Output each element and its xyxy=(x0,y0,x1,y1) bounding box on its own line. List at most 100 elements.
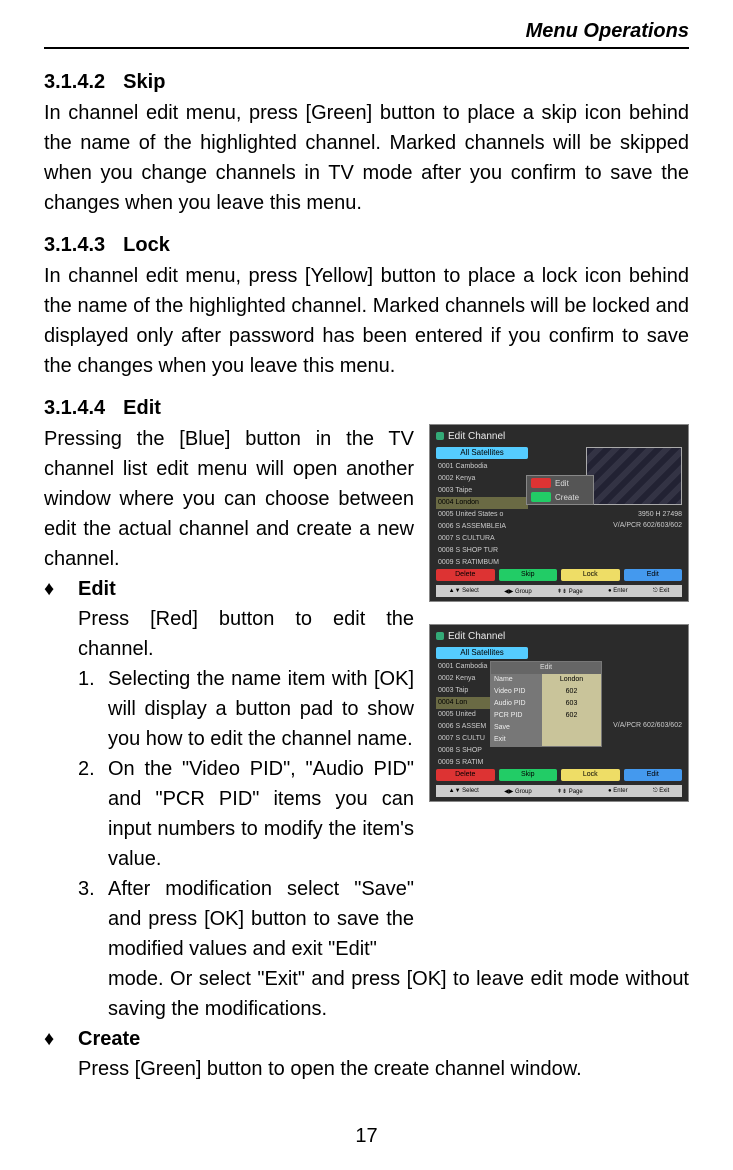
screen-title: Edit Channel xyxy=(448,431,505,442)
list-item-3: 3. After modification select "Save" and … xyxy=(78,874,414,964)
skip-button: Skip xyxy=(499,569,558,581)
delete-button: Delete xyxy=(436,769,495,781)
field-label: Name xyxy=(491,674,542,686)
list-item-2: 2. On the "Video PID", "Audio PID" and "… xyxy=(78,754,414,874)
channel-row: 0009 S RATIM xyxy=(436,757,528,769)
screenshot-edit-panel: Edit Channel All Satellites 0001 Cambodi… xyxy=(429,624,689,802)
section-number: 3.1.4.3 xyxy=(44,234,105,257)
page: Menu Operations 3.1.4.2 Skip In channel e… xyxy=(0,0,733,1170)
field-value: 602 xyxy=(542,686,601,698)
hint: ⎋ Exit xyxy=(653,588,669,595)
edit-button: Edit xyxy=(624,769,683,781)
diamond-bullet-icon: ♦ xyxy=(44,574,78,604)
hint-bar: ▲▼ Select ◀▶ Group ⇞⇟ Page ● Enter ⎋ Exi… xyxy=(436,785,682,797)
signal-info: 3950 H 27498 V/A/PCR 602/603/602 xyxy=(588,509,682,531)
signal-info: V/A/PCR 602/603/602 xyxy=(588,709,682,731)
field-label: Audio PID xyxy=(491,698,542,710)
section-title: Edit xyxy=(123,397,161,419)
list-num: 1. xyxy=(78,664,108,754)
lock-button: Lock xyxy=(561,569,620,581)
edit-block: Edit Channel All Satellites 0001 Cambodi… xyxy=(44,424,689,1084)
signal-line: V/A/PCR 602/603/602 xyxy=(588,720,682,731)
list-text: Selecting the name item with [OK] will d… xyxy=(108,664,414,754)
channel-row: 0004 London xyxy=(436,497,528,509)
edit-panel-row-video-pid: Video PID602 xyxy=(491,686,601,698)
edit-panel-row-name: NameLondon xyxy=(491,674,601,686)
header-rule xyxy=(44,47,689,49)
skip-button: Skip xyxy=(499,769,558,781)
popup-row-create: Create xyxy=(527,490,593,504)
preview-flag-image xyxy=(586,447,682,505)
signal-line xyxy=(588,709,682,720)
title-dot-icon xyxy=(436,632,444,640)
field-label: Video PID xyxy=(491,686,542,698)
color-button-bar: Delete Skip Lock Edit xyxy=(436,769,682,781)
screen-titlebar: Edit Channel xyxy=(436,431,505,442)
green-color-icon xyxy=(531,492,551,502)
list-text: After modification select "Save" and pre… xyxy=(108,874,414,964)
section-body-skip: In channel edit menu, press [Green] butt… xyxy=(44,98,689,218)
numbered-list: 1. Selecting the name item with [OK] wil… xyxy=(78,664,414,964)
channel-row: 0009 S RATIMBUM xyxy=(436,557,528,569)
bullet-label-edit: Edit xyxy=(78,574,116,604)
list-text: On the "Video PID", "Audio PID" and "PCR… xyxy=(108,754,414,874)
field-label: Save xyxy=(491,722,542,734)
hint: ● Enter xyxy=(608,788,628,794)
section-heading-lock: 3.1.4.3 Lock xyxy=(44,234,689,257)
list-num: 2. xyxy=(78,754,108,874)
diamond-bullet-icon: ♦ xyxy=(44,1024,78,1054)
red-color-icon xyxy=(531,478,551,488)
title-dot-icon xyxy=(436,432,444,440)
section-number: 3.1.4.2 xyxy=(44,71,105,94)
channel-row: 0007 S CULTURA xyxy=(436,533,528,545)
edit-intro: Pressing the [Blue] button in the TV cha… xyxy=(44,424,414,574)
running-header: Menu Operations xyxy=(44,20,689,43)
hint: ▲▼ Select xyxy=(449,788,479,794)
section-number: 3.1.4.4 xyxy=(44,397,105,420)
section-heading-edit: 3.1.4.4 Edit xyxy=(44,397,689,420)
section-title: Skip xyxy=(123,71,165,93)
hint: ● Enter xyxy=(608,588,628,594)
hint: ◀▶ Group xyxy=(504,788,532,795)
popup-label: Create xyxy=(555,493,579,502)
field-value xyxy=(542,734,601,746)
channel-row: 0006 S ASSEMBLEIA xyxy=(436,521,528,533)
hint-bar: ▲▼ Select ◀▶ Group ⇞⇟ Page ● Enter ⎋ Exi… xyxy=(436,585,682,597)
screenshot-edit-popup: Edit Channel All Satellites 0001 Cambodi… xyxy=(429,424,689,602)
popup-row-edit: Edit xyxy=(527,476,593,490)
edit-panel-row-audio-pid: Audio PID603 xyxy=(491,698,601,710)
edit-panel-row-save: Save xyxy=(491,722,601,734)
channel-row: 0003 Taipe xyxy=(436,485,528,497)
field-value: London xyxy=(542,674,601,686)
bullet-edit: ♦ Edit Press [Red] button to edit the ch… xyxy=(44,574,414,964)
list-item-1: 1. Selecting the name item with [OK] wil… xyxy=(78,664,414,754)
bullet-edit-intro: Press [Red] button to edit the channel. xyxy=(78,604,414,664)
field-label: PCR PID xyxy=(491,710,542,722)
hint: ⇞⇟ Page xyxy=(557,588,583,595)
page-number: 17 xyxy=(0,1125,733,1148)
hint: ▲▼ Select xyxy=(449,588,479,594)
color-button-bar: Delete Skip Lock Edit xyxy=(436,569,682,581)
screen-titlebar: Edit Channel xyxy=(436,631,505,642)
edit-button: Edit xyxy=(624,569,683,581)
bullet-create-intro: Press [Green] button to open the create … xyxy=(78,1054,689,1084)
lock-button: Lock xyxy=(561,769,620,781)
delete-button: Delete xyxy=(436,569,495,581)
hint: ◀▶ Group xyxy=(504,588,532,595)
field-label: Exit xyxy=(491,734,542,746)
edit-panel: Edit NameLondon Video PID602 Audio PID60… xyxy=(490,661,602,747)
edit-create-popup: Edit Create xyxy=(526,475,594,505)
all-satellites-pill: All Satellites xyxy=(436,647,528,659)
channel-row: 0001 Cambodia xyxy=(436,461,528,473)
channel-row: 0005 United States o xyxy=(436,509,528,521)
section-title: Lock xyxy=(123,234,170,256)
list-item-3-continuation: mode. Or select "Exit" and press [OK] to… xyxy=(108,964,689,1024)
channel-row: 0002 Kenya xyxy=(436,473,528,485)
hint: ⎋ Exit xyxy=(653,788,669,795)
all-satellites-pill: All Satellites xyxy=(436,447,528,459)
screenshot-column: Edit Channel All Satellites 0001 Cambodi… xyxy=(429,424,689,824)
signal-line: V/A/PCR 602/603/602 xyxy=(588,520,682,531)
channel-list: 0001 Cambodia 0002 Kenya 0003 Taipe 0004… xyxy=(436,461,528,581)
popup-label: Edit xyxy=(555,479,569,488)
screen-title: Edit Channel xyxy=(448,631,505,642)
